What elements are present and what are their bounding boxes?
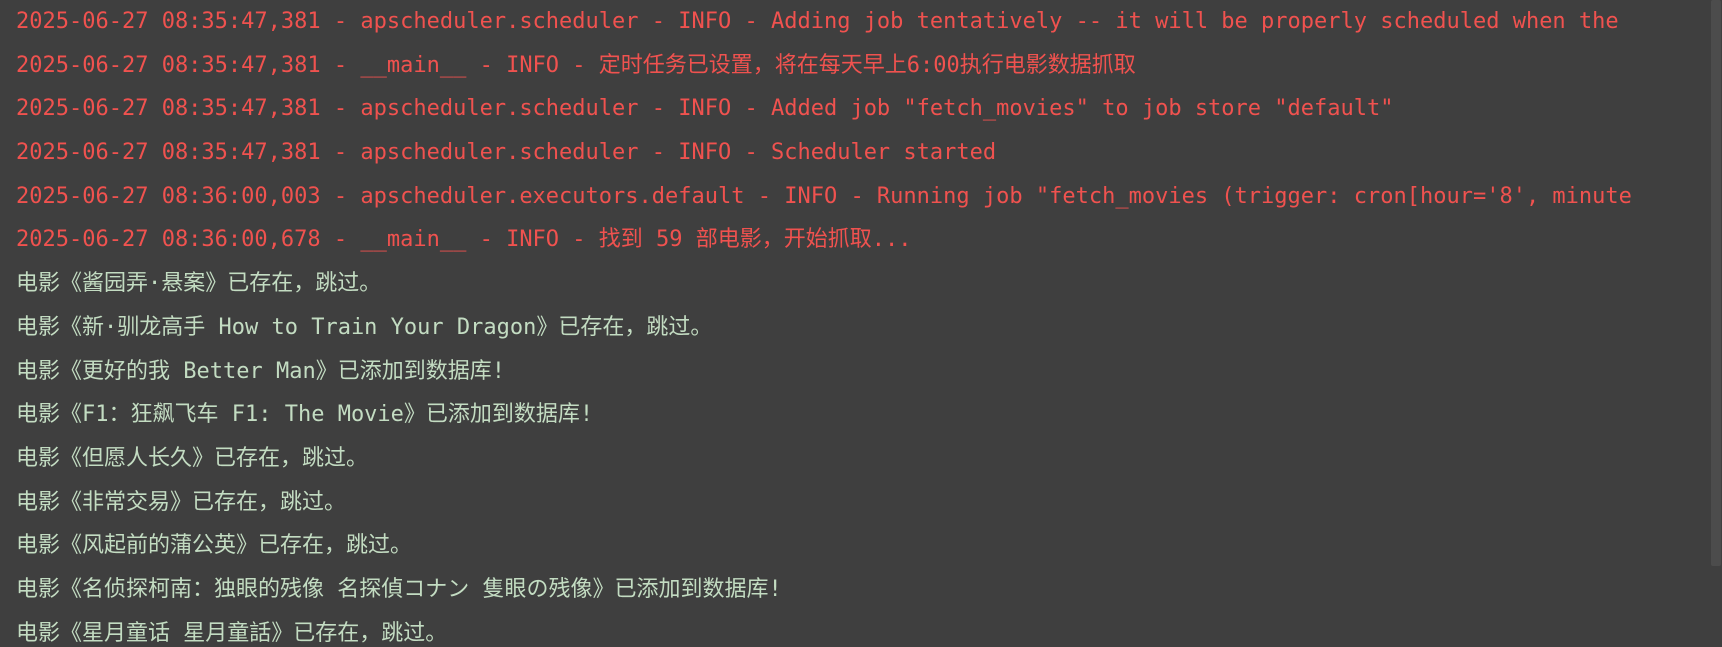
console-output-panel[interactable]: 2025-06-27 08:35:47,381 - apscheduler.sc… [0,0,1722,647]
output-line: 电影《更好的我 Better Man》已添加到数据库! [16,358,505,384]
vertical-scrollbar[interactable] [1710,0,1722,647]
output-line: 电影《F1：狂飙飞车 F1: The Movie》已添加到数据库! [16,402,594,428]
output-line: 电影《风起前的蒲公英》已存在，跳过。 [16,533,413,559]
log-line: 2025-06-27 08:35:47,381 - apscheduler.sc… [16,96,1394,122]
log-line: 2025-06-27 08:35:47,381 - __main__ - INF… [16,52,1136,78]
console-lines: 2025-06-27 08:35:47,381 - apscheduler.sc… [16,4,1700,647]
output-line: 电影《新·驯龙高手 How to Train Your Dragon》已存在，跳… [16,314,713,340]
output-line: 电影《酱园弄·悬案》已存在，跳过。 [16,271,382,297]
scrollbar-thumb[interactable] [1711,0,1721,566]
log-line: 2025-06-27 08:35:47,381 - apscheduler.sc… [16,9,1619,34]
log-line: 2025-06-27 08:36:00,003 - apscheduler.ex… [16,183,1632,209]
log-line: 2025-06-27 08:36:00,678 - __main__ - INF… [16,227,912,253]
output-line: 电影《星月童话 星月童話》已存在，跳过。 [16,620,448,646]
output-line: 电影《名侦探柯南：独眼的残像 名探偵コナン 隻眼の残像》已添加到数据库! [16,576,782,602]
log-line: 2025-06-27 08:35:47,381 - apscheduler.sc… [16,140,997,166]
output-line: 电影《但愿人长久》已存在，跳过。 [16,445,369,471]
output-line: 电影《非常交易》已存在，跳过。 [16,489,347,515]
